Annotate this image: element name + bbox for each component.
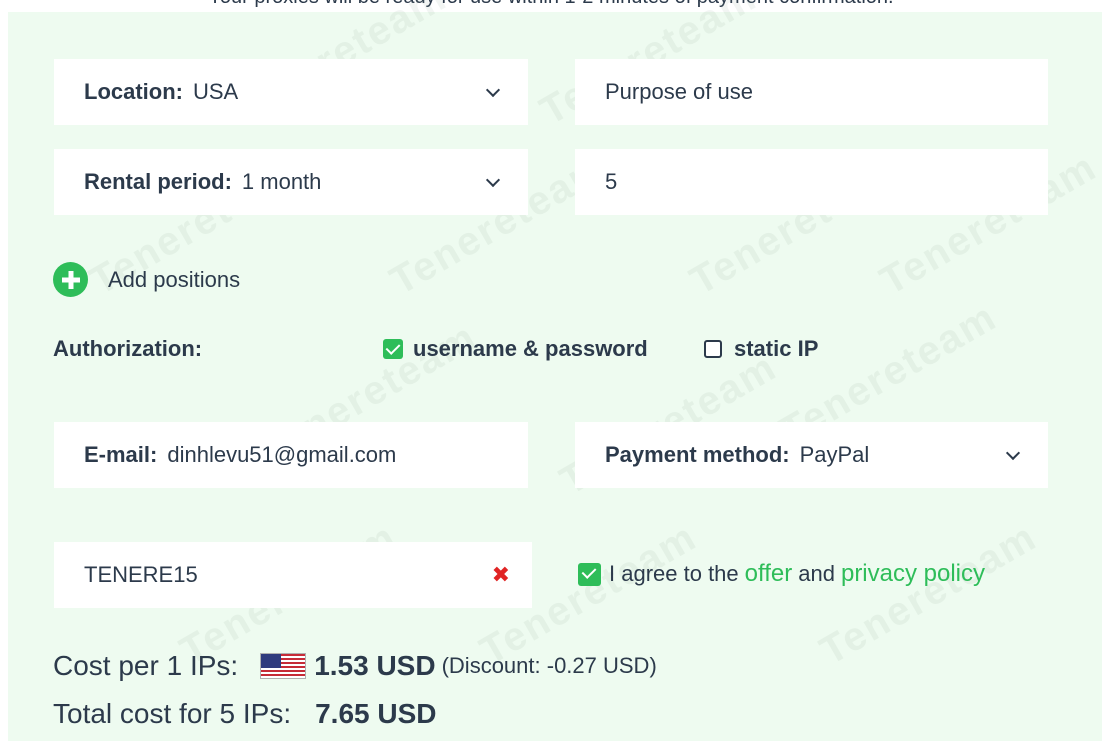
location-select[interactable]: Location: USA <box>54 59 528 125</box>
total-cost: Total cost for 5 IPs: 7.65 USD <box>53 698 437 730</box>
quantity-input[interactable]: 5 <box>575 149 1048 215</box>
payment-method-value: PayPal <box>799 442 870 467</box>
payment-method-label: Payment method: <box>605 442 790 467</box>
total-cost-price: 7.65 USD <box>315 698 437 729</box>
usa-flag-icon <box>260 653 307 679</box>
rental-period-value: 1 month <box>241 169 322 194</box>
cost-per-label: Cost per 1 IPs: <box>53 650 239 681</box>
plus-circle-icon <box>53 262 88 297</box>
auth-static-ip-checkbox[interactable]: static IP <box>704 336 818 362</box>
agree-and: and <box>798 561 835 586</box>
agree-terms: I agree to the offer and privacy policy <box>578 560 991 588</box>
quantity-value: 5 <box>605 169 618 194</box>
authorization-label: Authorization: <box>53 336 203 361</box>
location-value: USA <box>193 79 239 104</box>
confirmation-note: Your proxies will be ready for use withi… <box>0 0 1102 9</box>
cost-per-ip: Cost per 1 IPs: 1.53 USD (Discount: -0.2… <box>53 650 657 682</box>
cost-per-price: 1.53 USD <box>314 650 436 681</box>
clear-icon[interactable]: ✖ <box>492 562 510 588</box>
coupon-value: TENERE15 <box>84 562 198 587</box>
email-value: dinhlevu51@gmail.com <box>167 442 397 467</box>
purpose-input[interactable]: Purpose of use <box>575 59 1048 125</box>
rental-period-label: Rental period: <box>84 169 232 194</box>
discount-text: (Discount: -0.27 USD) <box>441 653 657 678</box>
email-field[interactable]: E-mail: dinhlevu51@gmail.com <box>54 422 528 488</box>
watermark: Tenereteam <box>812 514 1045 674</box>
location-label: Location: <box>84 79 183 104</box>
payment-method-select[interactable]: Payment method: PayPal <box>575 422 1048 488</box>
purpose-placeholder: Purpose of use <box>605 79 753 104</box>
total-cost-label: Total cost for 5 IPs: <box>53 698 292 729</box>
checkbox-checked-icon <box>383 339 403 359</box>
agree-checkbox[interactable] <box>578 562 601 586</box>
auth-userpass-label: username & password <box>413 336 648 361</box>
offer-link[interactable]: offer <box>745 560 793 588</box>
chevron-down-icon <box>485 82 501 98</box>
rental-period-select[interactable]: Rental period: 1 month <box>54 149 528 215</box>
chevron-down-icon <box>485 172 501 188</box>
add-positions-button[interactable]: Add positions <box>53 262 240 297</box>
coupon-input[interactable]: TENERE15 ✖ <box>54 542 532 608</box>
checkbox-empty-icon <box>704 340 722 358</box>
add-positions-label: Add positions <box>108 266 241 292</box>
email-label: E-mail: <box>84 442 158 467</box>
auth-userpass-checkbox[interactable]: username & password <box>383 336 648 362</box>
agree-prefix: I agree to the <box>609 561 739 586</box>
privacy-policy-link[interactable]: privacy policy <box>841 560 985 588</box>
chevron-down-icon <box>1005 445 1021 461</box>
auth-static-ip-label: static IP <box>734 336 819 361</box>
